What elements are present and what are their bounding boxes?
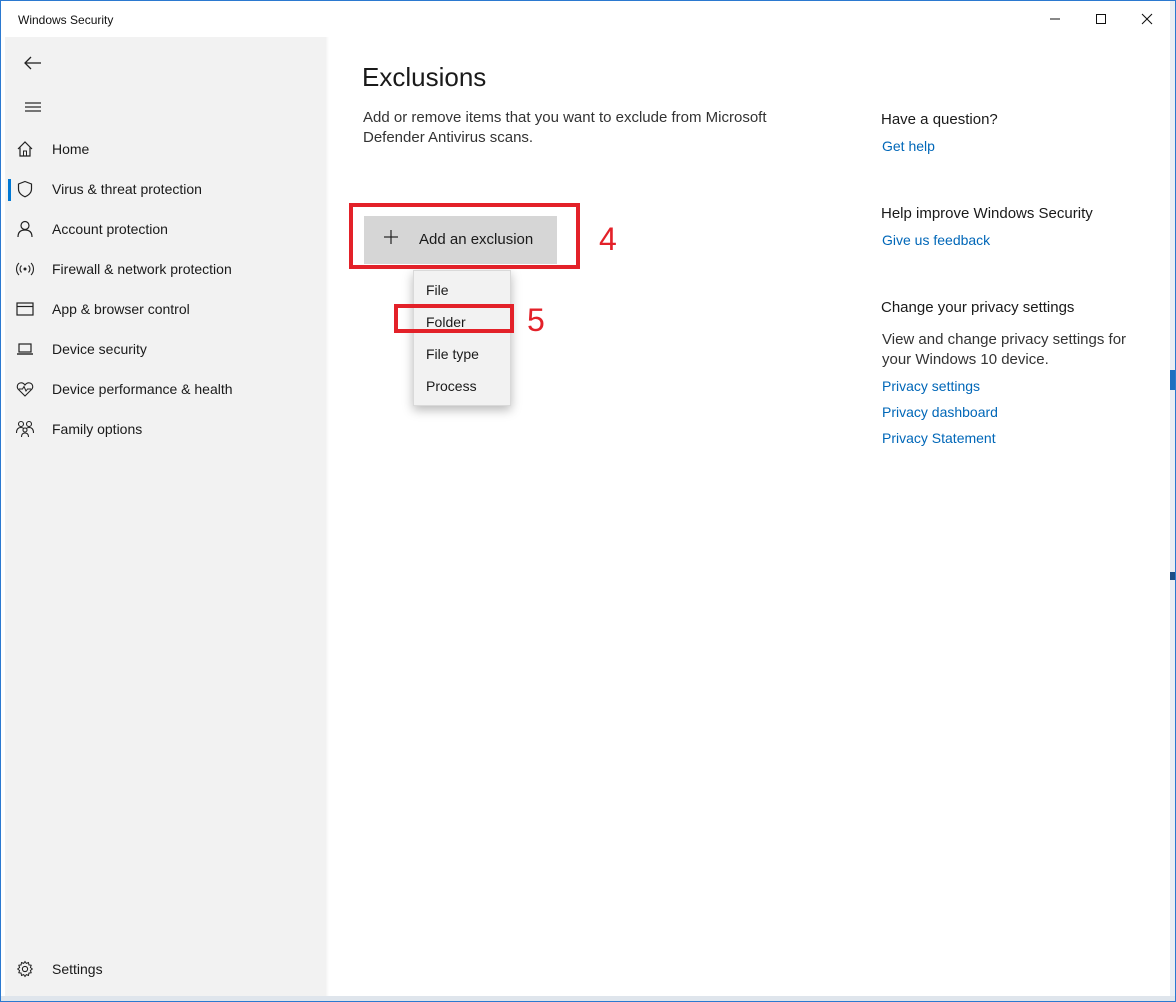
desktop-element: [1170, 572, 1176, 580]
gear-icon: [15, 960, 35, 978]
back-button[interactable]: [13, 45, 53, 81]
privacy-statement-link[interactable]: Privacy Statement: [882, 430, 996, 446]
sidebar-item-family-options[interactable]: Family options: [5, 409, 325, 449]
sidebar-item-label: Device security: [52, 341, 147, 357]
annotation-step-number: 5: [527, 302, 545, 338]
menu-item-file[interactable]: File: [414, 273, 510, 305]
desktop-background-strip: [1170, 0, 1176, 1002]
help-question-heading: Have a question?: [881, 111, 998, 128]
privacy-dashboard-link[interactable]: Privacy dashboard: [882, 404, 998, 420]
privacy-heading: Change your privacy settings: [881, 299, 1075, 316]
minimize-icon: [1050, 18, 1060, 20]
sidebar-item-device-security[interactable]: Device security: [5, 329, 325, 369]
desktop-element: [1170, 370, 1176, 390]
sidebar-item-label: Virus & threat protection: [52, 181, 202, 197]
sidebar-item-label: Settings: [52, 961, 103, 977]
sidebar-item-label: Home: [52, 141, 90, 157]
exclusion-type-menu: File Folder File type Process: [413, 270, 511, 406]
menu-item-label: Process: [426, 378, 477, 394]
menu-item-process[interactable]: Process: [414, 369, 510, 401]
maximize-button[interactable]: [1078, 4, 1124, 34]
sidebar-item-label: Firewall & network protection: [52, 261, 232, 277]
close-button[interactable]: [1124, 4, 1170, 34]
laptop-icon: [15, 340, 35, 358]
menu-item-file-type[interactable]: File type: [414, 337, 510, 369]
sidebar-shadow: [325, 37, 329, 996]
annotation-highlight-folder: [394, 304, 514, 333]
sidebar-item-settings[interactable]: Settings: [5, 949, 325, 989]
feedback-link[interactable]: Give us feedback: [882, 232, 990, 248]
sidebar: Home Virus & threat protection Account p…: [5, 37, 329, 996]
page-title: Exclusions: [362, 62, 487, 92]
get-help-link[interactable]: Get help: [882, 138, 935, 154]
sidebar-item-device-performance-health[interactable]: Device performance & health: [5, 369, 325, 409]
close-icon: [1141, 13, 1153, 25]
page-description: Add or remove items that you want to exc…: [363, 109, 767, 146]
privacy-description: View and change privacy settings for you…: [882, 331, 1127, 368]
browser-window-icon: [15, 300, 35, 318]
sidebar-item-label: Account protection: [52, 221, 168, 237]
family-icon: [15, 420, 35, 438]
annotation-step-number: 4: [599, 221, 617, 257]
improve-heading: Help improve Windows Security: [881, 205, 1093, 222]
minimize-button[interactable]: [1032, 4, 1078, 34]
sidebar-item-home[interactable]: Home: [5, 129, 325, 169]
sidebar-item-label: Device performance & health: [52, 381, 233, 397]
menu-button[interactable]: [13, 89, 53, 125]
person-icon: [15, 220, 35, 238]
privacy-settings-link[interactable]: Privacy settings: [882, 378, 980, 394]
sidebar-item-label: Family options: [52, 421, 143, 437]
maximize-icon: [1096, 14, 1106, 24]
sidebar-item-app-browser-control[interactable]: App & browser control: [5, 289, 325, 329]
hamburger-menu-icon: [25, 102, 41, 112]
sidebar-item-firewall-network-protection[interactable]: Firewall & network protection: [5, 249, 325, 289]
shield-icon: [15, 180, 35, 198]
back-arrow-icon: [24, 56, 41, 70]
window-title: Windows Security: [18, 13, 114, 27]
wireless-icon: [15, 260, 35, 278]
title-bar: Windows Security: [0, 0, 1170, 38]
menu-item-label: File: [426, 282, 449, 298]
heart-pulse-icon: [15, 380, 35, 398]
sidebar-item-virus-threat-protection[interactable]: Virus & threat protection: [5, 169, 325, 209]
selection-indicator: [8, 179, 11, 201]
annotation-highlight-add-exclusion: [349, 203, 580, 269]
home-icon: [15, 140, 35, 158]
taskbar-strip: [0, 996, 1176, 1002]
sidebar-item-label: App & browser control: [52, 301, 190, 317]
menu-item-label: File type: [426, 346, 479, 362]
sidebar-item-account-protection[interactable]: Account protection: [5, 209, 325, 249]
